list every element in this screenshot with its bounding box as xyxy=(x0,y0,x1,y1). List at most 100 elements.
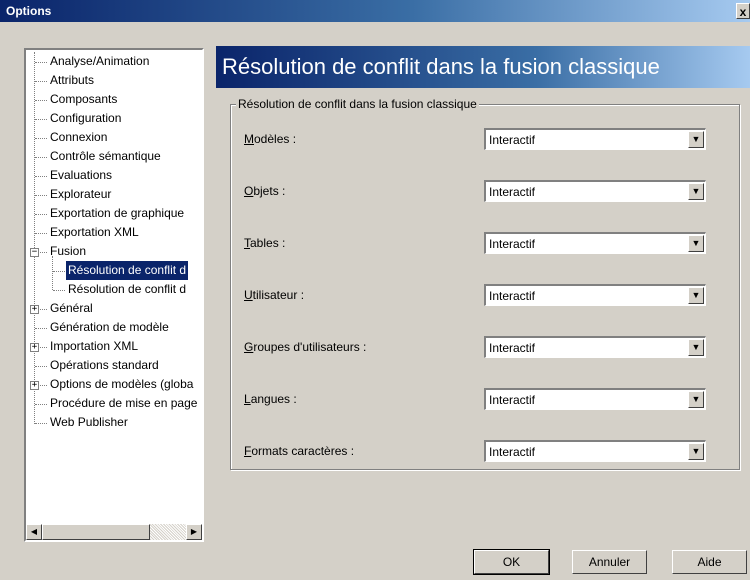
label-text: bjets : xyxy=(253,184,286,198)
label-text: ables : xyxy=(250,236,286,250)
resolution-select[interactable]: Interactif ▼ xyxy=(484,180,706,202)
tree-item-label: Exportation XML xyxy=(50,225,139,239)
row-label: Formats caractères : xyxy=(244,443,354,459)
tree-item[interactable]: Génération de modèle xyxy=(48,318,171,337)
tree-item[interactable]: Evaluations xyxy=(48,166,114,185)
resolution-select[interactable]: Interactif ▼ xyxy=(484,284,706,306)
tree-horizontal-scrollbar[interactable]: ◀ ▶ xyxy=(26,524,202,540)
tree-connector xyxy=(53,290,65,291)
tree-item[interactable]: Analyse/Animation xyxy=(48,52,151,71)
row-label: Modèles : xyxy=(244,131,296,147)
tree-connector xyxy=(35,214,47,215)
tree-connector xyxy=(35,119,47,120)
tree-item-label: Importation XML xyxy=(50,339,139,353)
scroll-right-button[interactable]: ▶ xyxy=(186,524,202,540)
tree-connector xyxy=(35,176,47,177)
dropdown-arrow-icon[interactable]: ▼ xyxy=(688,443,704,460)
help-button[interactable]: Aide xyxy=(672,550,747,574)
scroll-left-button[interactable]: ◀ xyxy=(26,524,42,540)
mnemonic-letter: G xyxy=(244,340,254,354)
scroll-thumb[interactable] xyxy=(42,524,150,540)
mnemonic-letter: O xyxy=(244,184,254,198)
resolution-select[interactable]: Interactif ▼ xyxy=(484,128,706,150)
tree-connector xyxy=(35,100,47,101)
select-value: Interactif xyxy=(489,185,536,199)
dropdown-arrow-icon[interactable]: ▼ xyxy=(688,235,704,252)
tree-connector xyxy=(35,62,47,63)
tree-item[interactable]: Contrôle sémantique xyxy=(48,147,163,166)
select-value: Interactif xyxy=(489,237,536,251)
label-text: odèles : xyxy=(254,132,297,146)
dropdown-arrow-icon[interactable]: ▼ xyxy=(688,183,704,200)
select-value: Interactif xyxy=(489,445,536,459)
resolution-select[interactable]: Interactif ▼ xyxy=(484,388,706,410)
tree-connector xyxy=(35,423,47,424)
expand-icon[interactable]: + xyxy=(30,305,39,314)
tree-item[interactable]: Importation XML xyxy=(48,337,140,356)
tree-item[interactable]: Résolution de conflit d xyxy=(64,260,190,281)
select-value: Interactif xyxy=(489,133,536,147)
page-heading: Résolution de conflit dans la fusion cla… xyxy=(216,46,750,88)
tree-item[interactable]: Connexion xyxy=(48,128,109,147)
group-title: Résolution de conflit dans la fusion cla… xyxy=(236,96,479,112)
dropdown-arrow-icon[interactable]: ▼ xyxy=(688,339,704,356)
dropdown-arrow-icon[interactable]: ▼ xyxy=(688,131,704,148)
tree-item-label: Exportation de graphique xyxy=(50,206,185,220)
tree-item-label: Fusion xyxy=(50,244,87,258)
dropdown-arrow-icon[interactable]: ▼ xyxy=(688,391,704,408)
tree-connector xyxy=(35,404,47,405)
resolution-select[interactable]: Interactif ▼ xyxy=(484,232,706,254)
label-text: roupes d'utilisateurs : xyxy=(253,340,367,354)
expand-icon[interactable]: + xyxy=(30,381,39,390)
label-text: tilisateur : xyxy=(252,288,305,302)
cancel-button[interactable]: Annuler xyxy=(572,550,647,574)
chevron-right-icon: ▶ xyxy=(190,527,198,536)
select-value: Interactif xyxy=(489,393,536,407)
dropdown-arrow-icon[interactable]: ▼ xyxy=(688,287,704,304)
resolution-select[interactable]: Interactif ▼ xyxy=(484,336,706,358)
tree-item-label: Analyse/Animation xyxy=(50,54,150,68)
tree-item[interactable]: Attributs xyxy=(48,71,96,90)
tree-item[interactable]: Explorateur xyxy=(48,185,113,204)
row-label: Groupes d'utilisateurs : xyxy=(244,339,366,355)
close-icon: x xyxy=(739,5,747,19)
tree-item[interactable]: Exportation XML xyxy=(48,223,141,242)
ok-button[interactable]: OK xyxy=(473,549,550,575)
tree-item[interactable]: Procédure de mise en page xyxy=(48,394,199,413)
tree-item-label: Procédure de mise en page xyxy=(50,396,198,410)
tree-item[interactable]: Composants xyxy=(48,90,119,109)
resolution-select[interactable]: Interactif ▼ xyxy=(484,440,706,462)
tree-item[interactable]: Web Publisher xyxy=(48,413,130,432)
tree-connector xyxy=(34,52,35,424)
tree-item-label: Web Publisher xyxy=(50,415,128,429)
expand-icon[interactable]: + xyxy=(30,343,39,352)
tree-connector xyxy=(35,366,47,367)
tree-item-label: Résolution de conflit d xyxy=(68,282,187,296)
row-label: Tables : xyxy=(244,235,285,251)
label-text: ormats caractères : xyxy=(251,444,355,458)
tree-item[interactable]: Configuration xyxy=(48,109,123,128)
tree-connector xyxy=(52,256,53,290)
tree-item[interactable]: Fusion xyxy=(48,242,88,261)
options-tree[interactable]: ◀ ▶ Analyse/Animation Attributs Composants… xyxy=(24,48,204,542)
tree-connector xyxy=(35,81,47,82)
tree-connector xyxy=(53,271,65,272)
tree-item[interactable]: Opérations standard xyxy=(48,356,161,375)
window-title: Options xyxy=(6,4,52,18)
tree-item-label: Génération de modèle xyxy=(50,320,169,334)
tree-item-label: Options de modèles (globa xyxy=(50,377,194,391)
tree-item-label: Attributs xyxy=(50,73,95,87)
tree-item-label: Connexion xyxy=(50,130,108,144)
mnemonic-letter: L xyxy=(244,392,251,406)
tree-item[interactable]: Général xyxy=(48,299,95,318)
tree-item[interactable]: Résolution de conflit d xyxy=(66,280,188,299)
tree-item[interactable]: Exportation de graphique xyxy=(48,204,186,223)
row-label: Objets : xyxy=(244,183,285,199)
close-button[interactable]: x xyxy=(736,3,750,19)
title-bar: Options x xyxy=(0,0,750,22)
mnemonic-letter: U xyxy=(244,288,253,302)
mnemonic-letter: M xyxy=(244,132,254,146)
tree-connector xyxy=(35,157,47,158)
collapse-icon[interactable]: − xyxy=(30,248,39,257)
tree-item[interactable]: Options de modèles (globa xyxy=(48,375,195,394)
